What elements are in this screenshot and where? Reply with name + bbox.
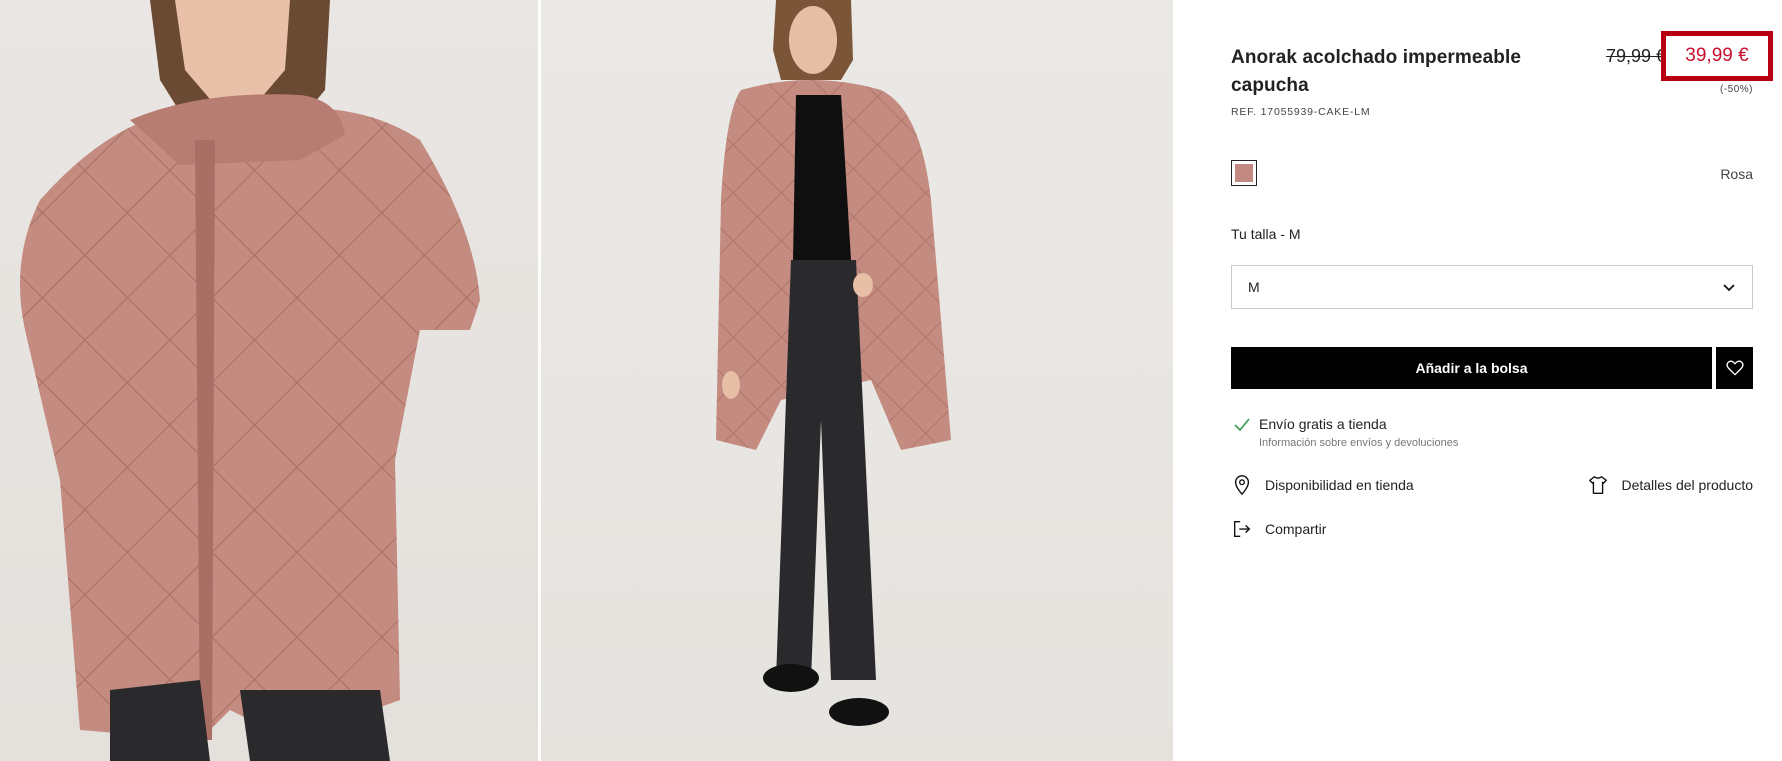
favorite-button[interactable] bbox=[1716, 347, 1753, 389]
tshirt-icon bbox=[1589, 476, 1608, 494]
color-swatch-fill bbox=[1235, 164, 1253, 182]
selected-color-name: Rosa bbox=[1720, 166, 1753, 182]
sale-price: 39,99 € bbox=[1685, 45, 1749, 66]
discount-badge: (-50%) bbox=[1719, 84, 1753, 95]
share-link[interactable]: Compartir bbox=[1231, 518, 1326, 540]
product-photo-full-body[interactable] bbox=[541, 0, 1173, 761]
store-availability-link[interactable]: Disponibilidad en tienda bbox=[1231, 474, 1414, 496]
original-price: 79,99 € bbox=[1606, 46, 1667, 66]
share-exit-icon bbox=[1233, 520, 1251, 538]
size-label: Tu talla - M bbox=[1231, 226, 1301, 242]
free-shipping-info: Envío gratis a tienda Información sobre … bbox=[1233, 415, 1458, 449]
color-swatch-rosa[interactable] bbox=[1231, 160, 1257, 186]
free-shipping-text: Envío gratis a tienda bbox=[1259, 416, 1387, 432]
check-icon bbox=[1234, 418, 1250, 432]
product-photo-front-closeup[interactable] bbox=[0, 0, 538, 761]
coat-closeup-illustration bbox=[20, 0, 480, 761]
sale-price-highlight: 39,99 € bbox=[1661, 31, 1773, 81]
size-dropdown-value: M bbox=[1248, 279, 1260, 295]
store-availability-label: Disponibilidad en tienda bbox=[1265, 477, 1414, 493]
heart-icon bbox=[1725, 360, 1744, 376]
chevron-down-icon bbox=[1723, 284, 1735, 292]
product-details-link[interactable]: Detalles del producto bbox=[1587, 474, 1753, 496]
product-title: Anorak acolchado impermeable capucha bbox=[1231, 47, 1522, 96]
share-label: Compartir bbox=[1265, 521, 1327, 537]
product-reference: REF. 17055939-CAKE-LM bbox=[1231, 106, 1371, 118]
coat-fullbody-illustration bbox=[716, 0, 951, 726]
product-info-panel: Anorak acolchado impermeable capucha REF… bbox=[1231, 0, 1773, 761]
shipping-returns-link[interactable]: Información sobre envíos y devoluciones bbox=[1259, 437, 1458, 449]
product-details-label: Detalles del producto bbox=[1621, 477, 1753, 493]
size-dropdown[interactable]: M bbox=[1231, 265, 1753, 309]
add-to-bag-button[interactable]: Añadir a la bolsa bbox=[1231, 347, 1712, 389]
location-pin-icon bbox=[1234, 475, 1250, 496]
